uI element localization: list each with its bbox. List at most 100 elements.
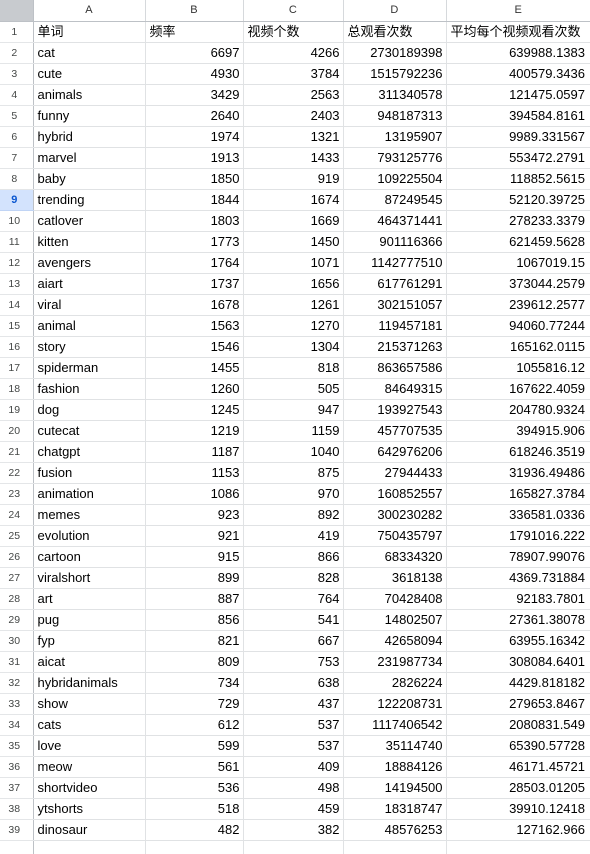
table-row[interactable]: 4 animals 3429 2563 311340578 121475.0597 [0,84,590,106]
table-row[interactable]: 17 spiderman 1455 818 863657586 1055816.12 [0,357,590,379]
cell-frequency[interactable]: 1546 [145,336,244,358]
cell-avg-views[interactable]: 394584.8161 [446,105,590,127]
row-number[interactable]: 17 [0,357,34,379]
cell-avg-views[interactable]: 4369.731884 [446,567,590,589]
row-number[interactable]: 3 [0,63,34,85]
cell-total-views[interactable]: 84649315 [343,378,447,400]
cell-total-views[interactable]: 901116366 [343,231,447,253]
cell-avg-views[interactable]: 165162.0115 [446,336,590,358]
cell-total-views[interactable]: 215371263 [343,336,447,358]
column-header-e[interactable]: E [446,0,590,22]
cell-frequency[interactable]: 809 [145,651,244,673]
cell-video-count[interactable]: 667 [243,630,344,652]
cell-total-views[interactable]: 302151057 [343,294,447,316]
column-header-c[interactable]: C [243,0,344,22]
row-number[interactable]: 12 [0,252,34,274]
cell-empty[interactable] [145,840,244,854]
cell-frequency[interactable]: 1260 [145,378,244,400]
row-number[interactable]: 26 [0,546,34,568]
cell-word[interactable]: viral [33,294,146,316]
cell-frequency[interactable]: 482 [145,819,244,841]
table-row[interactable]: 36 meow 561 409 18884126 46171.45721 [0,756,590,778]
cell-word[interactable]: funny [33,105,146,127]
cell-video-count[interactable]: 764 [243,588,344,610]
cell-total-views[interactable]: 750435797 [343,525,447,547]
cell-frequency[interactable]: 734 [145,672,244,694]
cell-video-count[interactable]: 459 [243,798,344,820]
cell-frequency[interactable]: 1737 [145,273,244,295]
cell-empty[interactable] [446,840,590,854]
cell-total-views[interactable]: 2826224 [343,672,447,694]
cell-avg-views[interactable]: 28503.01205 [446,777,590,799]
cell-word[interactable]: animals [33,84,146,106]
cell-frequency[interactable]: 887 [145,588,244,610]
cell-video-count[interactable]: 382 [243,819,344,841]
cell-total-views[interactable]: 464371441 [343,210,447,232]
cell-total-views[interactable]: 793125776 [343,147,447,169]
cell-frequency[interactable]: 1913 [145,147,244,169]
cell-frequency[interactable]: 1844 [145,189,244,211]
cell-frequency[interactable]: 821 [145,630,244,652]
row-number[interactable]: 20 [0,420,34,442]
cell-word[interactable]: fyp [33,630,146,652]
cell-total-views[interactable]: 13195907 [343,126,447,148]
column-header-frequency[interactable]: 频率 [145,21,244,43]
column-header-b[interactable]: B [145,0,244,22]
cell-word[interactable]: hybrid [33,126,146,148]
row-number[interactable]: 29 [0,609,34,631]
cell-word[interactable]: marvel [33,147,146,169]
table-row[interactable]: 21 chatgpt 1187 1040 642976206 618246.3519 [0,441,590,463]
cell-word[interactable]: cat [33,42,146,64]
table-row[interactable]: 38 ytshorts 518 459 18318747 39910.12418 [0,798,590,820]
cell-total-views[interactable]: 231987734 [343,651,447,673]
cell-total-views[interactable]: 18318747 [343,798,447,820]
cell-word[interactable]: show [33,693,146,715]
cell-avg-views[interactable]: 46171.45721 [446,756,590,778]
cell-word[interactable]: memes [33,504,146,526]
table-row[interactable]: 28 art 887 764 70428408 92183.7801 [0,588,590,610]
row-number[interactable]: 30 [0,630,34,652]
cell-total-views[interactable]: 1142777510 [343,252,447,274]
cell-video-count[interactable]: 1674 [243,189,344,211]
row-number[interactable]: 33 [0,693,34,715]
cell-video-count[interactable]: 818 [243,357,344,379]
column-header-video-count[interactable]: 视频个数 [243,21,344,43]
cell-video-count[interactable]: 947 [243,399,344,421]
cell-frequency[interactable]: 4930 [145,63,244,85]
table-row[interactable]: 6 hybrid 1974 1321 13195907 9989.331567 [0,126,590,148]
row-number[interactable]: 14 [0,294,34,316]
table-row[interactable]: 29 pug 856 541 14802507 27361.38078 [0,609,590,631]
cell-frequency[interactable]: 1678 [145,294,244,316]
cell-avg-views[interactable]: 121475.0597 [446,84,590,106]
cell-empty[interactable] [343,840,447,854]
cell-avg-views[interactable]: 31936.49486 [446,462,590,484]
cell-avg-views[interactable]: 118852.5615 [446,168,590,190]
cell-total-views[interactable]: 311340578 [343,84,447,106]
row-number[interactable]: 27 [0,567,34,589]
row-number[interactable]: 36 [0,756,34,778]
table-row[interactable]: 35 love 599 537 35114740 65390.57728 [0,735,590,757]
row-number[interactable] [0,840,34,854]
row-number[interactable]: 13 [0,273,34,295]
cell-total-views[interactable]: 300230282 [343,504,447,526]
table-row[interactable]: 11 kitten 1773 1450 901116366 621459.5628 [0,231,590,253]
cell-total-views[interactable]: 18884126 [343,756,447,778]
row-number[interactable]: 1 [0,21,34,43]
row-number[interactable]: 31 [0,651,34,673]
table-row[interactable]: 30 fyp 821 667 42658094 63955.16342 [0,630,590,652]
cell-word[interactable]: cute [33,63,146,85]
cell-avg-views[interactable]: 204780.9324 [446,399,590,421]
row-number[interactable]: 2 [0,42,34,64]
cell-frequency[interactable]: 1187 [145,441,244,463]
cell-word[interactable]: story [33,336,146,358]
cell-video-count[interactable]: 2403 [243,105,344,127]
cell-video-count[interactable]: 4266 [243,42,344,64]
cell-frequency[interactable]: 899 [145,567,244,589]
cell-word[interactable]: aicat [33,651,146,673]
table-row[interactable]: 7 marvel 1913 1433 793125776 553472.2791 [0,147,590,169]
cell-video-count[interactable]: 1450 [243,231,344,253]
cell-avg-views[interactable]: 4429.818182 [446,672,590,694]
row-number[interactable]: 11 [0,231,34,253]
cell-video-count[interactable]: 409 [243,756,344,778]
table-row[interactable]: 34 cats 612 537 1117406542 2080831.549 [0,714,590,736]
